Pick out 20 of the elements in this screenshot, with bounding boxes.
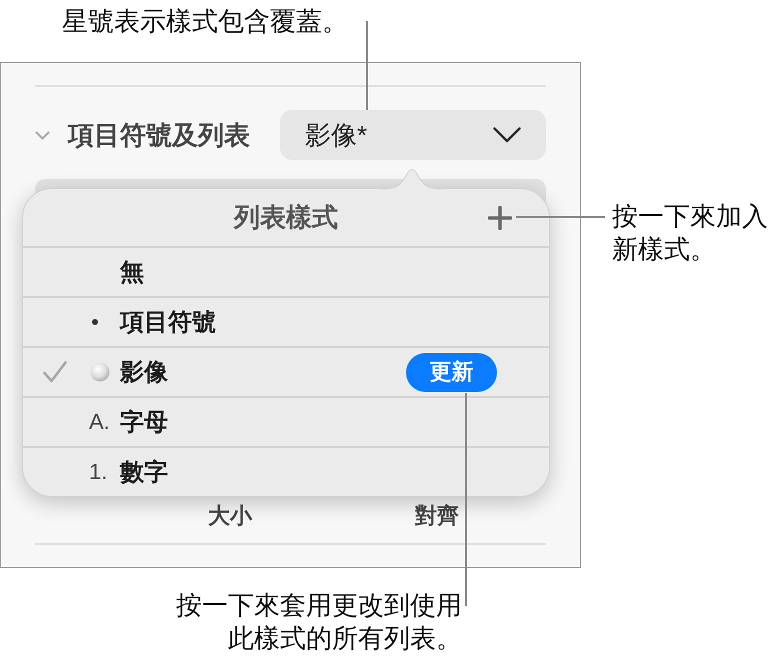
ball-icon — [90, 362, 110, 382]
list-marker: A. — [89, 409, 110, 435]
list-marker: 1. — [89, 459, 108, 485]
control-label: 大小 — [208, 502, 252, 530]
list-style-item[interactable]: 字母 — [120, 406, 497, 438]
popover-title: 列表樣式 — [234, 201, 338, 234]
section-title: 項目符號及列表 — [68, 118, 250, 152]
style-dropdown[interactable]: 影像* — [280, 110, 546, 160]
callout-text: 按一下來套用更改到使用此樣式的所有列表。 — [175, 589, 462, 655]
chevron-down-icon — [493, 127, 521, 143]
list-style-item[interactable]: 影像 — [120, 356, 406, 388]
list-style-item[interactable]: 數字 — [120, 456, 497, 488]
control-label: 對齊 — [415, 502, 459, 530]
list-style-item[interactable]: 項目符號 — [120, 306, 497, 338]
list-style-item[interactable]: 無 — [120, 256, 497, 288]
update-button[interactable]: 更新 — [406, 352, 497, 392]
plus-icon[interactable] — [488, 206, 512, 230]
callout-text: 星號表示樣式包含覆蓋。 — [62, 5, 348, 38]
bullet-icon — [92, 319, 98, 325]
callout-text: 按一下來加入新樣式。 — [612, 200, 769, 266]
